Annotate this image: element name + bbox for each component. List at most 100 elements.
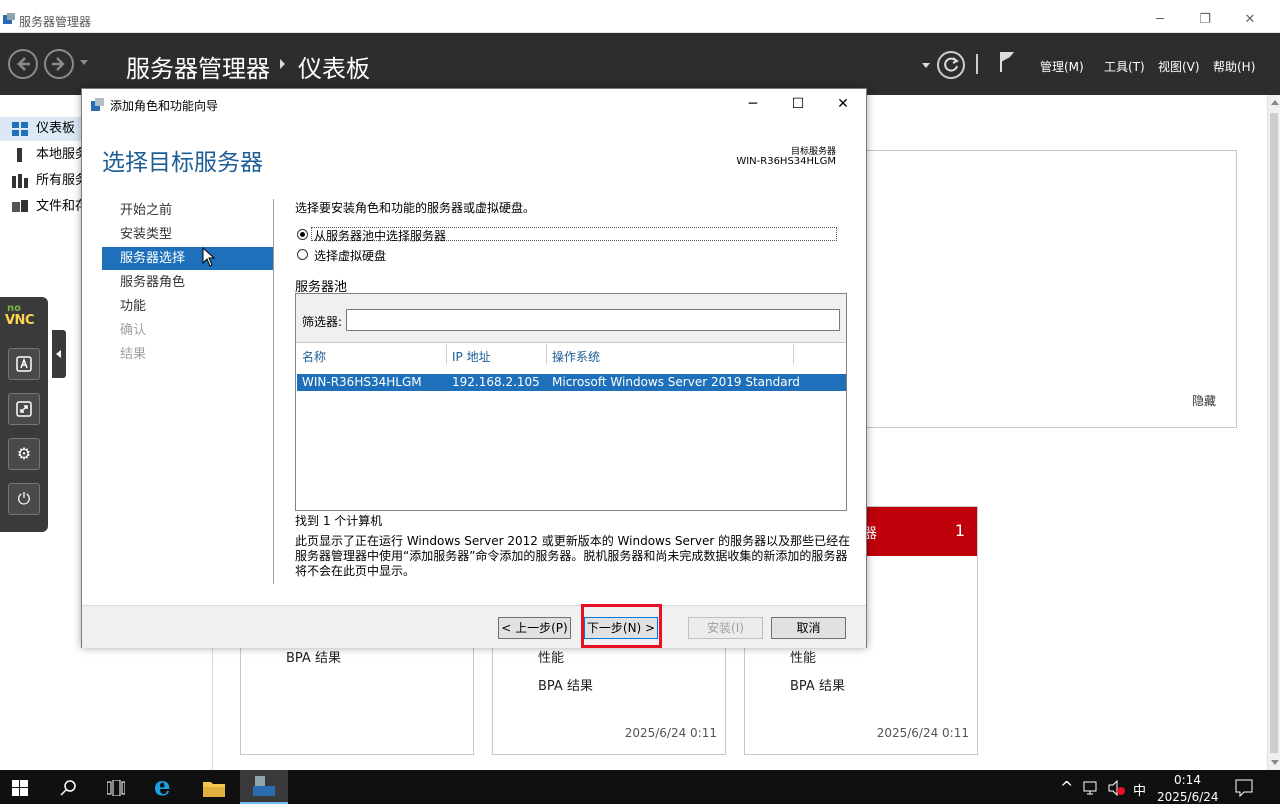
column-header-os[interactable]: 操作系统 bbox=[552, 348, 600, 365]
menu-manage[interactable]: 管理(M) bbox=[1040, 58, 1084, 75]
step-features[interactable]: 功能 bbox=[102, 295, 274, 318]
scroll-up-icon[interactable] bbox=[1271, 100, 1279, 105]
next-button[interactable]: 下一步(N) > bbox=[584, 617, 658, 639]
notifications-flag-icon[interactable] bbox=[998, 50, 1018, 74]
clock-date[interactable]: 2025/6/24 bbox=[1157, 790, 1219, 804]
tile-timestamp: 2025/6/24 0:11 bbox=[876, 726, 969, 740]
sidebar-item-file-storage[interactable]: 文件和存储服务 bbox=[0, 195, 82, 219]
wizard-app-icon bbox=[91, 98, 104, 111]
restore-icon[interactable]: ❐ bbox=[1190, 10, 1220, 30]
tile-line-performance[interactable]: 性能 bbox=[538, 647, 564, 666]
file-explorer-icon[interactable] bbox=[190, 770, 238, 804]
step-confirmation: 确认 bbox=[120, 323, 147, 338]
server-pool-box: 筛选器: 名称 IP 地址 操作系统 WIN-R36HS34HLGM 192.1… bbox=[295, 293, 847, 511]
column-header-name[interactable]: 名称 bbox=[302, 348, 326, 365]
sidebar-item-local-server[interactable]: 本地服务器 bbox=[0, 143, 82, 167]
radio-virtual-disk-label[interactable]: 选择虚拟硬盘 bbox=[314, 247, 386, 264]
menu-help[interactable]: 帮助(H) bbox=[1213, 58, 1255, 75]
radio-server-pool-label[interactable]: 从服务器池中选择服务器 bbox=[314, 227, 446, 244]
found-count: 找到 1 个计算机 bbox=[295, 514, 383, 528]
taskbar: e ^ 中 0:14 2025/6/24 bbox=[0, 770, 1280, 804]
power-icon[interactable]: ⏻ bbox=[8, 483, 40, 515]
column-header-ip[interactable]: IP 地址 bbox=[452, 348, 491, 365]
action-center-icon[interactable] bbox=[1235, 779, 1253, 797]
task-view-icon[interactable] bbox=[92, 770, 140, 804]
step-server-selection[interactable]: 服务器选择 bbox=[102, 247, 274, 270]
step-results: 结果 bbox=[120, 347, 147, 362]
minimize-icon[interactable]: ─ bbox=[1145, 10, 1175, 30]
ie-icon[interactable]: e bbox=[142, 770, 190, 804]
column-separator[interactable] bbox=[793, 344, 794, 364]
dashboard-icon bbox=[12, 122, 28, 136]
scroll-thumb[interactable] bbox=[1270, 113, 1278, 753]
back-button[interactable]: < 上一步(P) bbox=[498, 617, 571, 639]
volume-muted-icon[interactable] bbox=[1108, 780, 1126, 796]
filter-input[interactable] bbox=[346, 309, 840, 331]
header-divider bbox=[976, 54, 978, 74]
file-storage-icon bbox=[12, 200, 28, 212]
server-manager-app-icon bbox=[3, 13, 15, 24]
settings-icon[interactable]: ⚙ bbox=[8, 438, 40, 470]
sidebar-item-label: 本地服务器 bbox=[36, 147, 82, 162]
filter-label: 筛选器: bbox=[302, 315, 343, 329]
cancel-button[interactable]: 取消 bbox=[771, 617, 846, 639]
maximize-icon[interactable]: ☐ bbox=[783, 94, 813, 114]
sidebar-item-label: 仪表板 bbox=[36, 121, 76, 136]
column-separator[interactable] bbox=[446, 344, 447, 364]
tile-line-bpa[interactable]: BPA 结果 bbox=[538, 675, 593, 694]
tile-line-performance[interactable]: 性能 bbox=[790, 647, 816, 666]
breadcrumb-current: 仪表板 bbox=[298, 55, 370, 83]
nav-history-dropdown-icon[interactable] bbox=[80, 60, 88, 65]
page-title: 选择目标服务器 bbox=[102, 150, 263, 176]
step-installation-type[interactable]: 安装类型 bbox=[102, 223, 274, 246]
table-row[interactable]: WIN-R36HS34HLGM 192.168.2.105 Microsoft … bbox=[297, 374, 846, 391]
radio-virtual-disk[interactable] bbox=[297, 249, 308, 260]
close-icon[interactable]: ✕ bbox=[1235, 10, 1265, 30]
row-operating-system: Microsoft Windows Server 2019 Standard bbox=[552, 375, 800, 389]
tile-line-bpa[interactable]: BPA 结果 bbox=[790, 675, 845, 694]
network-icon[interactable] bbox=[1083, 781, 1101, 795]
wizard-titlebar: 添加角色和功能向导 ─ ☐ ✕ bbox=[82, 89, 866, 119]
scale-icon[interactable] bbox=[8, 393, 40, 425]
hide-link[interactable]: 隐藏 bbox=[1192, 392, 1216, 409]
server-manager-icon[interactable] bbox=[240, 770, 288, 804]
forward-nav-icon[interactable] bbox=[44, 49, 74, 79]
clock-time[interactable]: 0:14 bbox=[1174, 773, 1201, 787]
breadcrumb-root[interactable]: 服务器管理器 bbox=[126, 49, 270, 84]
row-ip-address: 192.168.2.105 bbox=[452, 375, 540, 389]
menu-view[interactable]: 视图(V) bbox=[1158, 58, 1200, 75]
sidebar-item-all-servers[interactable]: 所有服务器 bbox=[0, 169, 82, 193]
filter-area: 筛选器: bbox=[296, 294, 846, 343]
tile-line-bpa[interactable]: BPA 结果 bbox=[286, 647, 341, 666]
main-scrollbar[interactable] bbox=[1267, 95, 1280, 770]
welcome-panel: 隐藏 bbox=[866, 150, 1237, 428]
wizard-footer: < 上一步(P) 下一步(N) > 安装(I) 取消 bbox=[82, 605, 866, 648]
back-nav-icon[interactable] bbox=[8, 49, 38, 79]
windows-start-icon[interactable] bbox=[0, 770, 48, 804]
instruction-text: 选择要安装角色和功能的服务器或虚拟硬盘。 bbox=[295, 201, 536, 215]
wizard-title: 添加角色和功能向导 bbox=[110, 99, 219, 113]
tray-chevron-icon[interactable]: ^ bbox=[1060, 778, 1073, 797]
search-icon[interactable] bbox=[46, 770, 94, 804]
scroll-down-icon[interactable] bbox=[1271, 760, 1279, 765]
breadcrumb-separator-icon bbox=[280, 59, 285, 69]
refresh-icon[interactable] bbox=[937, 51, 965, 79]
server-manager-titlebar: 服务器管理器 ─ ❐ ✕ bbox=[0, 0, 1280, 33]
column-separator[interactable] bbox=[546, 344, 547, 364]
main-divider bbox=[212, 640, 213, 770]
radio-server-pool[interactable] bbox=[297, 229, 308, 240]
vnc-logo: VNC bbox=[5, 313, 34, 328]
step-before-you-begin[interactable]: 开始之前 bbox=[102, 199, 274, 222]
menu-tools[interactable]: 工具(T) bbox=[1104, 58, 1145, 75]
nav-divider bbox=[273, 199, 274, 584]
close-icon[interactable]: ✕ bbox=[828, 94, 858, 114]
row-server-name: WIN-R36HS34HLGM bbox=[302, 375, 422, 389]
vnc-toolbar-handle[interactable] bbox=[52, 330, 66, 378]
collapse-arrow-icon bbox=[56, 350, 61, 358]
sidebar-item-dashboard[interactable]: 仪表板 bbox=[0, 117, 82, 141]
keyboard-icon[interactable] bbox=[8, 348, 40, 380]
minimize-icon[interactable]: ─ bbox=[738, 94, 768, 114]
step-server-roles[interactable]: 服务器角色 bbox=[102, 271, 274, 294]
ime-indicator[interactable]: 中 bbox=[1133, 780, 1146, 799]
header-dropdown-icon[interactable] bbox=[922, 63, 930, 68]
